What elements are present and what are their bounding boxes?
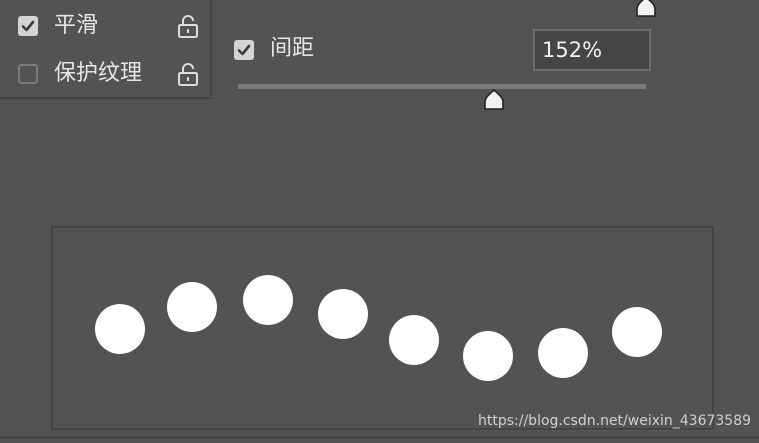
protect-texture-option[interactable]: 保护纹理 <box>0 59 210 89</box>
smoothing-label: 平滑 <box>54 13 99 38</box>
spacing-value-input[interactable] <box>533 29 651 71</box>
brush-dab-5 <box>389 315 439 365</box>
brush-dab-7 <box>538 328 588 378</box>
smoothing-option[interactable]: 平滑 <box>0 11 210 41</box>
brush-dab-2 <box>167 282 217 332</box>
lock-open-icon[interactable] <box>177 62 199 86</box>
spacing-label: 间距 <box>270 36 315 61</box>
slider-thumb-top[interactable] <box>635 0 657 19</box>
watermark-text: https://blog.csdn.net/weixin_43673589 <box>478 413 752 429</box>
brush-dab-1 <box>95 304 145 354</box>
spacing-slider-track[interactable] <box>238 84 646 89</box>
smoothing-checkbox[interactable] <box>18 16 38 36</box>
brush-dab-3 <box>243 275 293 325</box>
protect-texture-checkbox[interactable] <box>18 64 38 84</box>
spacing-checkbox[interactable] <box>234 40 254 60</box>
brush-options-panel: 平滑 保护纹理 <box>0 0 212 99</box>
brush-dab-6 <box>463 331 513 381</box>
brush-dab-4 <box>318 289 368 339</box>
checkmark-icon <box>237 44 251 56</box>
lock-open-icon[interactable] <box>177 14 199 38</box>
spacing-slider-thumb[interactable] <box>483 88 505 112</box>
brush-stroke-preview <box>51 226 714 430</box>
bottom-divider <box>0 436 759 439</box>
protect-texture-label: 保护纹理 <box>54 61 143 86</box>
brush-dab-8 <box>612 307 662 357</box>
checkmark-icon <box>21 20 35 32</box>
